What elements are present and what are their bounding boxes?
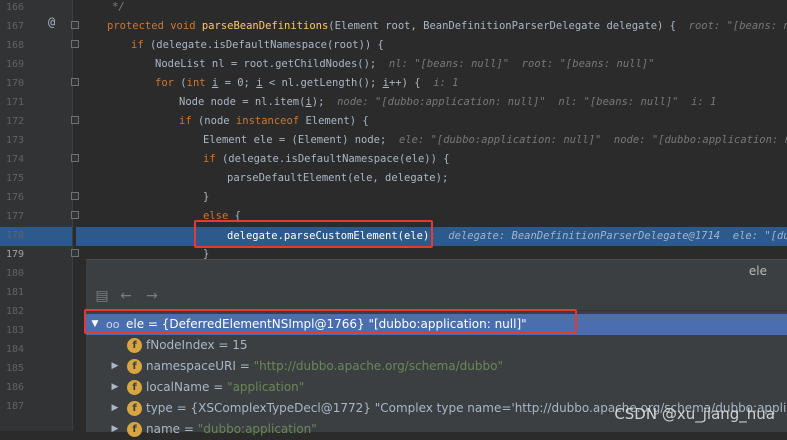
code-line-175: if (delegate.isDefaultNamespace(ele)) { [203, 150, 450, 169]
field-equals: = [215, 338, 233, 352]
watermark: CSDN @xu_jiang_hua [614, 405, 775, 423]
field-equals: = [236, 359, 254, 373]
panel-toolbar: ▤ ← → [86, 284, 787, 311]
field-name: name [146, 422, 180, 436]
code-line-173: if (node instanceof Element) { [179, 112, 369, 131]
tree-row[interactable]: ▶ f namespaceURI = "http://dubbo.apache.or… [86, 356, 787, 377]
field-equals: = [173, 401, 191, 415]
field-equals: = [209, 380, 227, 394]
expand-arrow-icon[interactable]: ▶ [110, 419, 120, 440]
field-entry: localName = "application" [146, 377, 304, 398]
field-name: fNodeIndex [146, 338, 215, 352]
code-line-170: NodeList nl = root.getChildNodes(); nl: … [155, 55, 654, 74]
code-line-172: Node node = nl.item(i); node: "[dubbo:ap… [179, 93, 716, 112]
code-line-176: parseDefaultElement(ele, delegate); [227, 169, 448, 188]
arrow-right-icon[interactable]: → [144, 288, 160, 304]
field-entry: namespaceURI = "http://dubbo.apache.org/… [146, 356, 503, 377]
panel-title: ele [749, 264, 767, 278]
field-icon: f [127, 422, 142, 437]
field-entry: name = "dubbo:application" [146, 419, 317, 440]
annotation-box-call [194, 220, 433, 248]
expand-arrow-icon[interactable]: ▶ [110, 398, 120, 419]
code-line-169: if (delegate.isDefaultNamespace(root)) { [131, 36, 384, 55]
tree-row[interactable]: ▶ f localName = "application" [86, 377, 787, 398]
field-icon: f [127, 338, 142, 353]
field-value: "dubbo:application" [198, 422, 317, 436]
field-name: type [146, 401, 173, 415]
annotation-box-variable [84, 309, 577, 334]
code-line-167: */ [112, 0, 125, 17]
field-name: localName [146, 380, 209, 394]
code-line-168: protected void parseBeanDefinitions(Elem… [107, 17, 787, 36]
folder-icon[interactable]: ▤ [94, 288, 110, 304]
code-line-174: Element ele = (Element) node; ele: "[dub… [203, 131, 787, 150]
expand-arrow-icon[interactable]: ▶ [110, 377, 120, 398]
field-value: "application" [227, 380, 304, 394]
field-entry: fNodeIndex = 15 [146, 335, 248, 356]
arrow-left-icon[interactable]: ← [118, 288, 134, 304]
code-line-177: } [203, 188, 209, 207]
field-name: namespaceURI [146, 359, 236, 373]
field-equals: = [180, 422, 198, 436]
field-value: "http://dubbo.apache.org/schema/dubbo" [254, 359, 503, 373]
field-icon: f [127, 380, 142, 395]
code-line-171: for (int i = 0; i < nl.getLength(); i++)… [155, 74, 459, 93]
field-icon: f [127, 401, 142, 416]
expand-arrow-icon[interactable]: ▶ [110, 356, 120, 377]
field-value: 15 [232, 338, 247, 352]
field-icon: f [127, 359, 142, 374]
tree-row[interactable]: f fNodeIndex = 15 [86, 335, 787, 356]
